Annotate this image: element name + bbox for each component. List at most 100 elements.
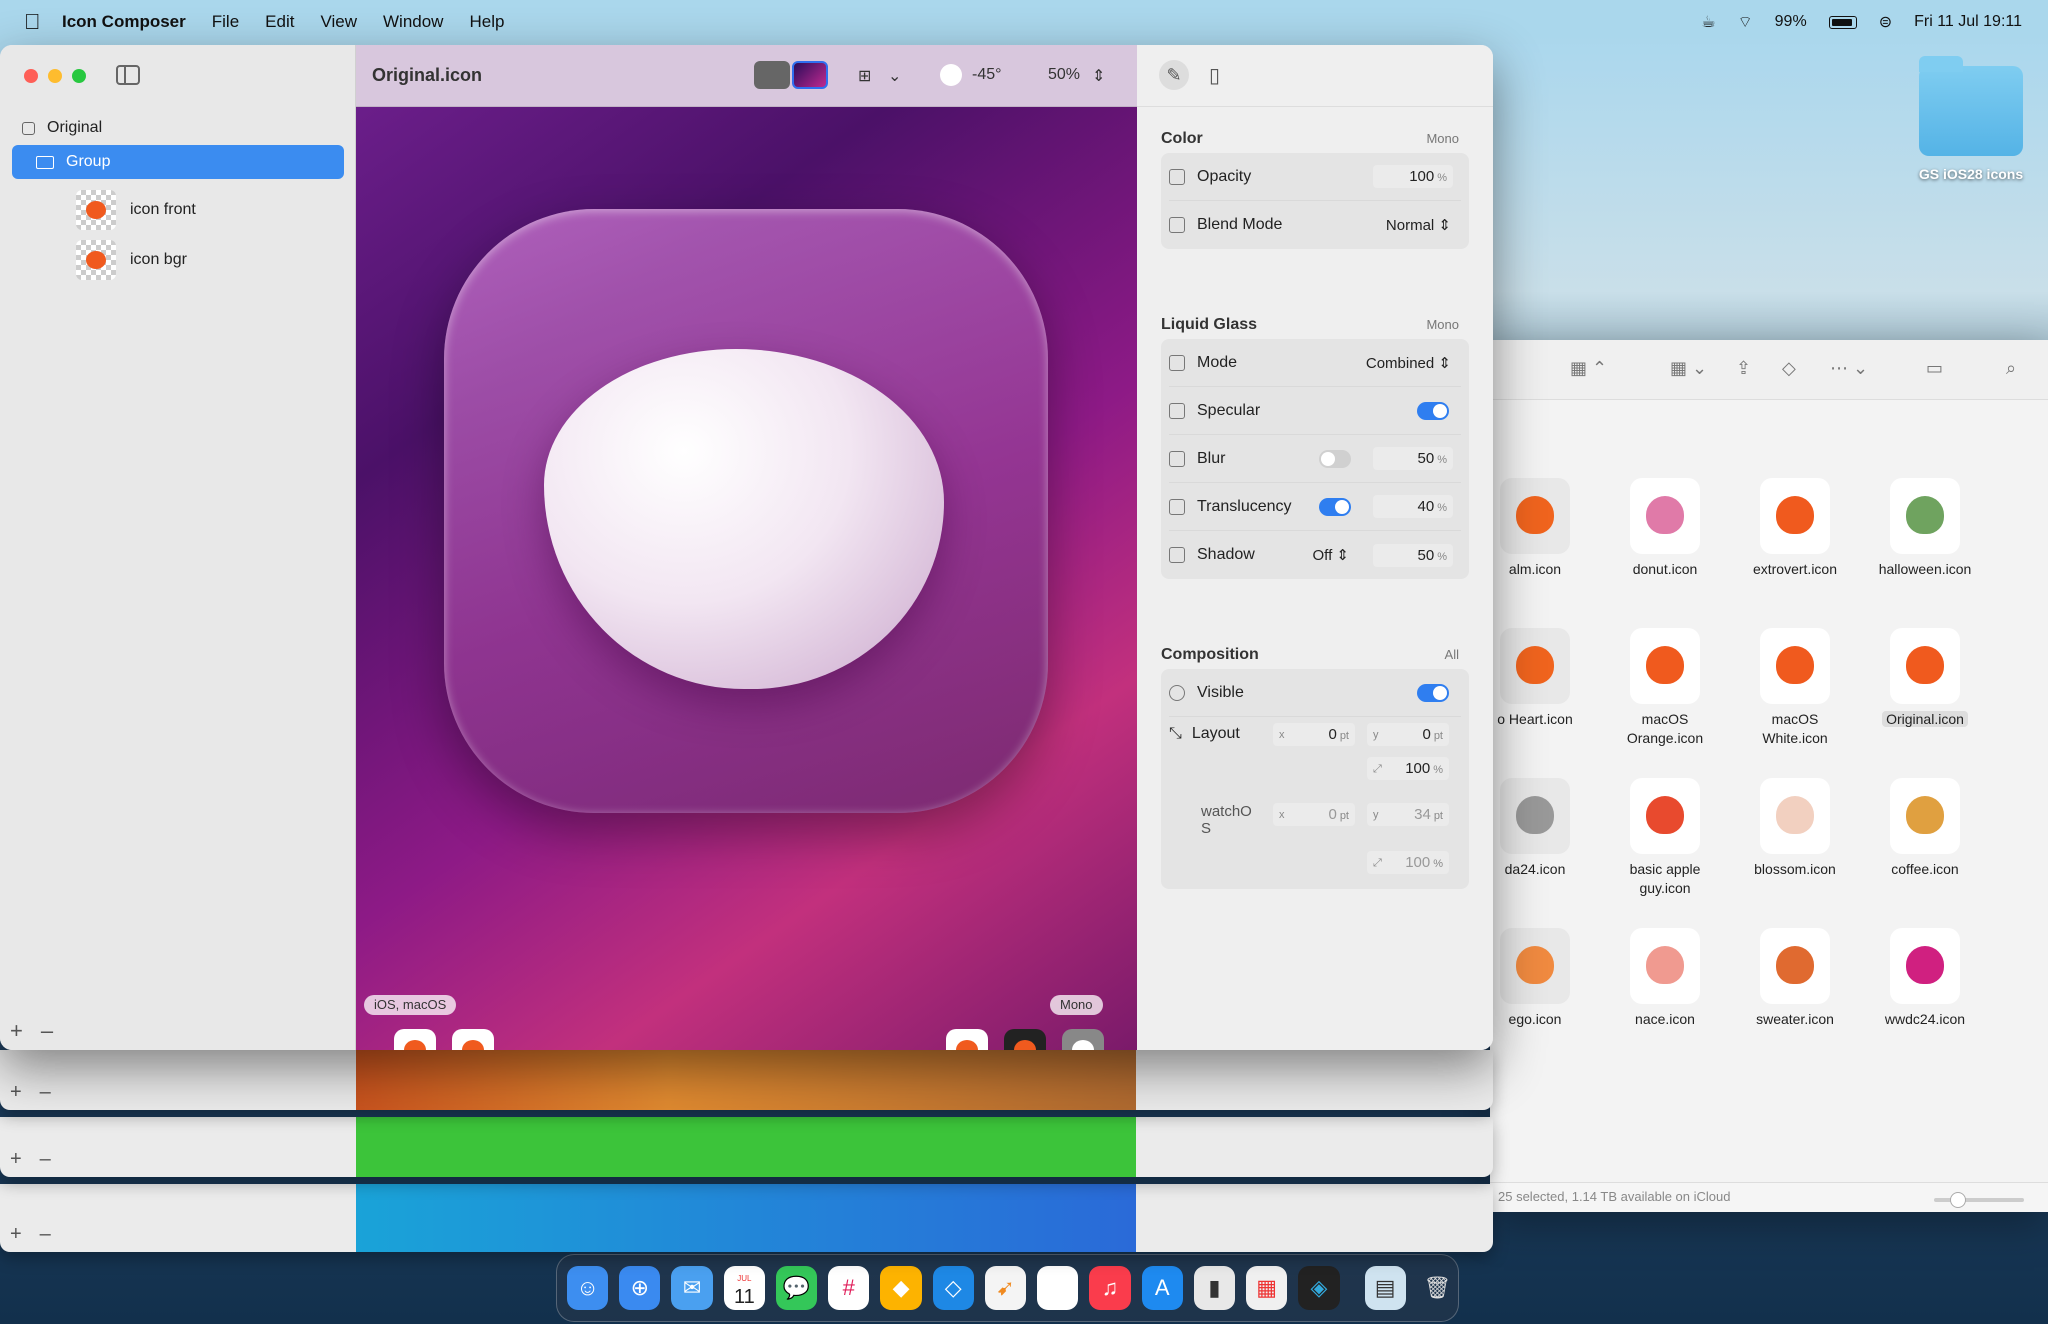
chevron-down-icon[interactable]: ⌄: [888, 66, 901, 86]
preview-ios-light[interactable]: [394, 1029, 436, 1050]
search-icon[interactable]: ⌕: [2006, 358, 2016, 379]
menu-file[interactable]: File: [212, 12, 239, 32]
stacked-window-2[interactable]: +–: [0, 1117, 1493, 1177]
finder-file-item[interactable]: sweater.icon: [1730, 928, 1860, 1029]
translucency-field[interactable]: 40%: [1373, 495, 1453, 518]
new-folder-icon[interactable]: ▭: [1926, 358, 1943, 379]
blur-field[interactable]: 50%: [1373, 447, 1453, 470]
preview-mono-default[interactable]: [946, 1029, 988, 1050]
calendar-icon[interactable]: JUL 11: [723, 1266, 765, 1310]
control-center-icon[interactable]: ⊜: [1879, 12, 1892, 32]
tree-item-layer[interactable]: icon bgr: [0, 235, 356, 285]
launchpad-icon[interactable]: ▦: [1246, 1266, 1288, 1310]
icon-composer-icon[interactable]: ◈: [1298, 1266, 1340, 1310]
zoom-button[interactable]: [72, 69, 86, 83]
specular-toggle[interactable]: [1417, 401, 1449, 420]
menu-help[interactable]: Help: [469, 12, 504, 32]
translucency-toggle[interactable]: [1319, 497, 1351, 516]
trash-icon[interactable]: 🗑: [1417, 1266, 1458, 1310]
finder-file-item[interactable]: blossom.icon: [1730, 778, 1860, 879]
layout-y-field[interactable]: y 0 pt: [1367, 723, 1449, 746]
desktop-folder[interactable]: GS iOS28 icons: [1906, 56, 2036, 182]
light-angle-value[interactable]: -45°: [972, 66, 1002, 84]
preview-mono-tinted[interactable]: [1062, 1029, 1104, 1050]
icon-preview[interactable]: [444, 209, 1048, 813]
finder-file-item[interactable]: coffee.icon: [1860, 778, 1990, 879]
add-remove-buttons[interactable]: +–: [10, 1148, 69, 1171]
layout-scale-field[interactable]: ⤢ 100%: [1367, 757, 1449, 780]
stacked-window-3[interactable]: +–: [0, 1184, 1493, 1252]
watch-y-field[interactable]: y 34 pt: [1367, 803, 1449, 826]
close-button[interactable]: [24, 69, 38, 83]
light-background-swatch[interactable]: [754, 61, 790, 89]
swift-playgrounds-icon[interactable]: ➹: [984, 1266, 1027, 1310]
messages-icon[interactable]: 💬: [775, 1266, 818, 1310]
checkbox-icon[interactable]: [22, 121, 35, 135]
downloads-stack-icon[interactable]: ▤: [1364, 1266, 1406, 1310]
add-remove-buttons[interactable]: +–: [10, 1081, 69, 1104]
composition-scope-select[interactable]: All: [1445, 641, 1459, 669]
tree-item-layer[interactable]: icon front: [0, 185, 356, 235]
add-remove-buttons[interactable]: +–: [10, 1223, 69, 1246]
group-icon[interactable]: ▦ ⌄: [1670, 358, 1707, 379]
diamond-app-icon[interactable]: ◇: [932, 1266, 974, 1310]
add-remove-buttons[interactable]: +–: [10, 1018, 71, 1044]
more-icon[interactable]: ⋯ ⌄: [1830, 358, 1868, 379]
tag-icon[interactable]: ◇: [1782, 358, 1796, 379]
zoom-stepper-icon[interactable]: ⇕: [1092, 66, 1105, 86]
clock[interactable]: Fri 11 Jul 19:11: [1914, 13, 2022, 31]
zoom-value[interactable]: 50%: [1048, 66, 1080, 84]
watch-scale-field[interactable]: ⤢ 100%: [1367, 851, 1449, 874]
tree-item-original[interactable]: Original: [0, 111, 356, 145]
battery-icon[interactable]: [1828, 15, 1857, 29]
opacity-field[interactable]: 100%: [1373, 165, 1453, 188]
music-icon[interactable]: ♫: [1089, 1266, 1131, 1310]
finder-file-item[interactable]: alm.icon: [1490, 478, 1600, 579]
shadow-mode-select[interactable]: Off ⇕: [1313, 546, 1349, 564]
sketch-icon[interactable]: ◆: [880, 1266, 922, 1310]
preview-mono-dark[interactable]: [1004, 1029, 1046, 1050]
light-angle-icon[interactable]: [940, 64, 962, 86]
finder-file-item[interactable]: nace.icon: [1600, 928, 1730, 1029]
coffee-icon[interactable]: ☕: [1701, 12, 1715, 32]
minimize-button[interactable]: [48, 69, 62, 83]
finder-file-item[interactable]: o Heart.icon: [1490, 628, 1600, 729]
finder-file-item[interactable]: halloween.icon: [1860, 478, 1990, 579]
finder-file-item[interactable]: donut.icon: [1600, 478, 1730, 579]
layout-x-field[interactable]: x 0 pt: [1273, 723, 1355, 746]
document-icon[interactable]: ▯: [1209, 63, 1220, 88]
app-store-icon[interactable]: A: [1141, 1266, 1183, 1310]
shadow-field[interactable]: 50%: [1373, 543, 1453, 567]
glass-mode-select[interactable]: Combined ⇕: [1366, 354, 1451, 372]
preview-ios-dark[interactable]: [452, 1029, 494, 1050]
apple-menu-icon[interactable]: : [24, 9, 50, 35]
blend-mode-select[interactable]: Normal ⇕: [1386, 216, 1451, 234]
finder-icon[interactable]: ☺: [567, 1266, 609, 1310]
menu-window[interactable]: Window: [383, 12, 443, 32]
menu-view[interactable]: View: [320, 12, 357, 32]
slack-icon[interactable]: #: [828, 1266, 870, 1310]
glass-mode-select[interactable]: Mono: [1426, 311, 1459, 339]
menu-edit[interactable]: Edit: [265, 12, 294, 32]
dark-background-swatch[interactable]: [792, 61, 828, 89]
wifi-icon[interactable]: ⌔: [1738, 12, 1753, 32]
app-menu[interactable]: Icon Composer: [62, 12, 186, 32]
sidebar-toggle-icon[interactable]: [116, 65, 140, 85]
finder-file-item[interactable]: da24.icon: [1490, 778, 1600, 879]
safari-icon[interactable]: ⊕: [619, 1266, 661, 1310]
tree-item-group[interactable]: Group: [12, 145, 344, 179]
mail-icon[interactable]: ✉: [671, 1266, 713, 1310]
color-mode-select[interactable]: Mono: [1426, 125, 1459, 153]
icon-size-slider[interactable]: [1934, 1192, 2024, 1208]
grid-icon[interactable]: ⊞: [858, 66, 871, 86]
blur-toggle[interactable]: [1319, 449, 1351, 468]
finder-file-item[interactable]: macOS Orange.icon: [1600, 628, 1730, 748]
finder-file-item[interactable]: extrovert.icon: [1730, 478, 1860, 579]
stacked-window-1[interactable]: +–: [0, 1050, 1493, 1110]
photos-icon[interactable]: ✿: [1037, 1266, 1079, 1310]
finder-file-item[interactable]: basic apple guy.icon: [1600, 778, 1730, 898]
share-icon[interactable]: ⇪: [1736, 358, 1751, 379]
view-mode-icon[interactable]: ▦ ⌃: [1570, 358, 1607, 379]
finder-file-item[interactable]: macOS White.icon: [1730, 628, 1860, 748]
watch-x-field[interactable]: x 0 pt: [1273, 803, 1355, 826]
